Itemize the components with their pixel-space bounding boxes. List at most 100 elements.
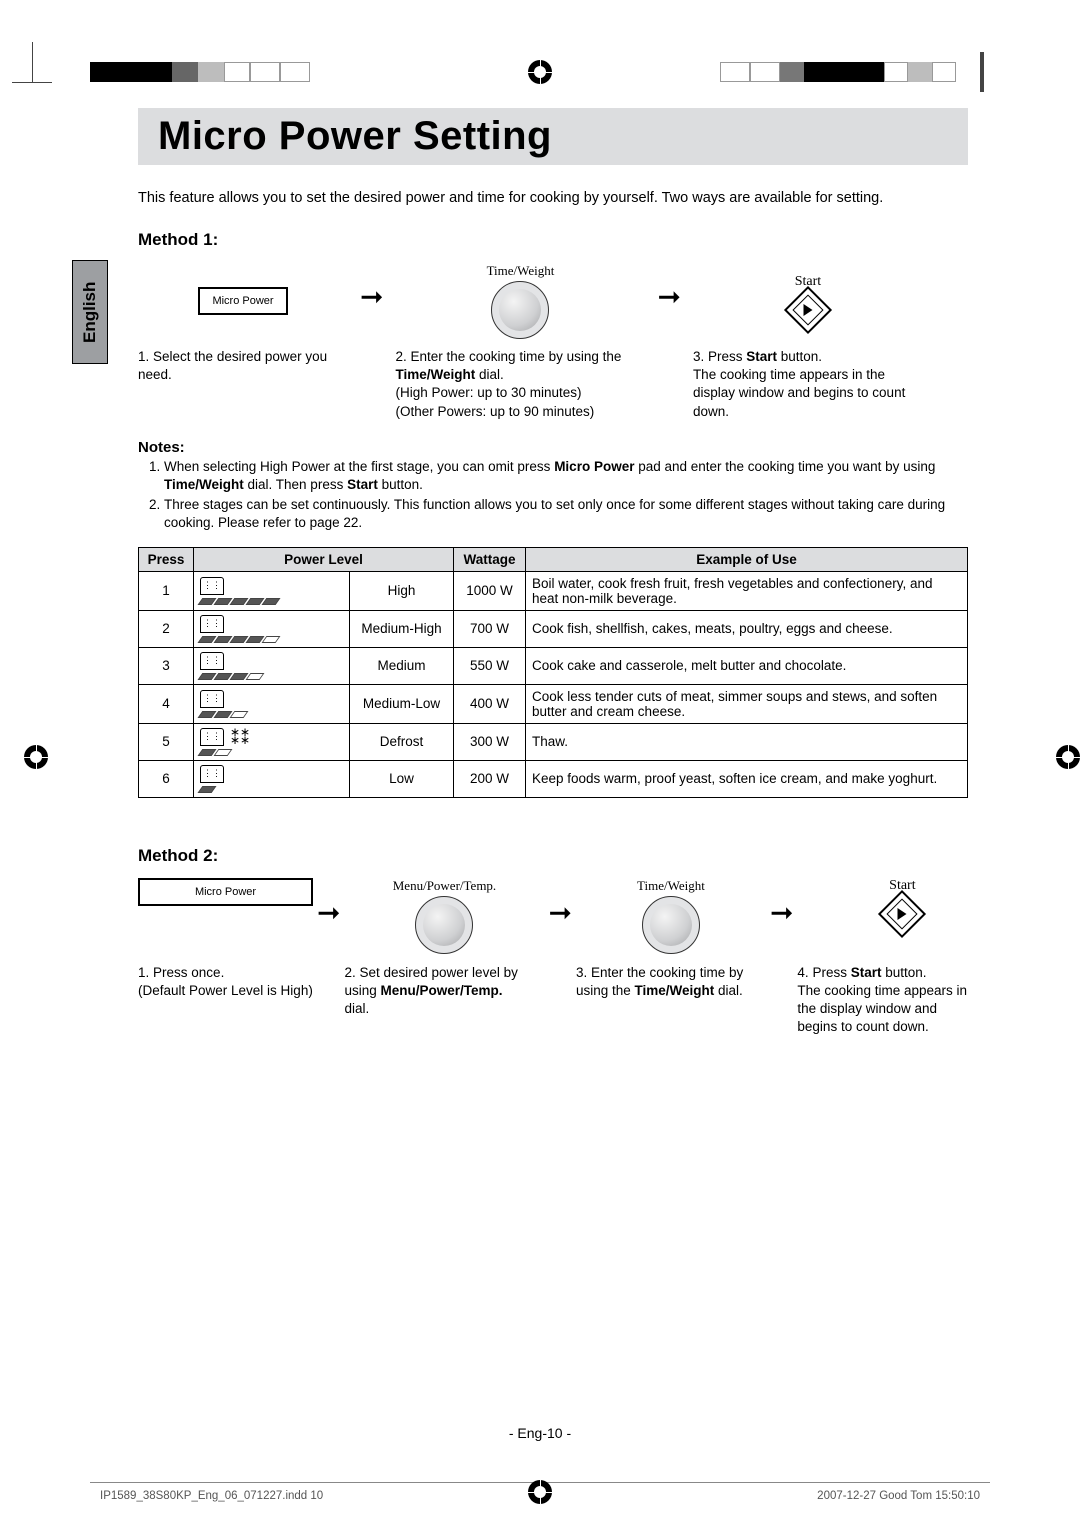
cell-level-icon: ⋮⋮∗∗∗∗ [194, 723, 350, 760]
language-tab: English [72, 260, 108, 364]
m2-step3: Time/Weight 3. Enter the cooking time by… [576, 878, 766, 1000]
note-text-bold: Time/Weight [164, 477, 244, 492]
cell-wattage: 400 W [454, 684, 526, 723]
step-text: dial. [475, 367, 504, 382]
cell-level-icon: ⋮⋮ [194, 647, 350, 684]
arrow-icon: ➞ [348, 262, 395, 313]
cell-level-name: High [350, 571, 454, 610]
timestamp-label: 2007-12-27 Good Tom 15:50:10 [817, 1490, 980, 1502]
arrow-icon: ➞ [544, 878, 575, 929]
table-row: 6⋮⋮Low200 WKeep foods warm, proof yeast,… [139, 760, 968, 797]
table-row: 2⋮⋮Medium-High700 WCook fish, shellfish,… [139, 610, 968, 647]
step-number: 1. [138, 965, 149, 980]
m1-step2: Time/Weight 2. Enter the cooking time by… [395, 262, 645, 421]
cell-press: 4 [139, 684, 194, 723]
micro-power-button-icon: Micro Power [138, 878, 313, 906]
cell-wattage: 200 W [454, 760, 526, 797]
dial-icon [491, 281, 549, 339]
step-text: (Other Powers: up to 90 minutes) [395, 404, 594, 419]
cell-example: Thaw. [526, 723, 968, 760]
step-text-bold: Start [746, 349, 777, 364]
method2-heading: Method 2: [138, 846, 968, 866]
cell-wattage: 1000 W [454, 571, 526, 610]
th-watt: Wattage [454, 547, 526, 571]
cell-level-icon: ⋮⋮ [194, 571, 350, 610]
table-row: 3⋮⋮Medium550 WCook cake and casserole, m… [139, 647, 968, 684]
method2-steps: Micro Power 1. Press once. (Default Powe… [138, 878, 968, 1037]
table-row: 4⋮⋮Medium-Low400 WCook less tender cuts … [139, 684, 968, 723]
cell-example: Cook fish, shellfish, cakes, meats, poul… [526, 610, 968, 647]
cell-level-name: Low [350, 760, 454, 797]
method1-steps: Micro Power 1. Select the desired power … [138, 262, 968, 421]
note-item: When selecting High Power at the first s… [164, 458, 968, 494]
registration-mark-bottom [528, 1480, 552, 1504]
table-row: 5⋮⋮∗∗∗∗Defrost300 WThaw. [139, 723, 968, 760]
step-text: The cooking time appears in the display … [797, 983, 967, 1034]
intro-text: This feature allows you to set the desir… [138, 189, 968, 208]
step-number: 4. [797, 965, 808, 980]
dial-label: Menu/Power/Temp. [344, 878, 544, 894]
note-item: Three stages can be set continuously. Th… [164, 496, 968, 532]
note-text: button. [378, 477, 423, 492]
title-banner: Micro Power Setting [138, 108, 968, 165]
step-text: (High Power: up to 30 minutes) [395, 385, 581, 400]
step-text: Press [812, 965, 850, 980]
step-text: Enter the cooking time by using the [411, 349, 622, 364]
cell-press: 5 [139, 723, 194, 760]
cell-example: Boil water, cook fresh fruit, fresh vege… [526, 571, 968, 610]
method1-heading: Method 1: [138, 230, 968, 250]
note-text: dial. Then press [244, 477, 347, 492]
cell-press: 1 [139, 571, 194, 610]
step-text: Press [708, 349, 746, 364]
note-text-bold: Start [347, 477, 378, 492]
cell-press: 2 [139, 610, 194, 647]
step-text-bold: Start [851, 965, 882, 980]
page-title: Micro Power Setting [158, 114, 948, 159]
step-text-bold: Menu/Power/Temp. [381, 983, 503, 998]
m2-step2: Menu/Power/Temp. 2. Set desired power le… [344, 878, 544, 1019]
cell-wattage: 300 W [454, 723, 526, 760]
start-button-icon [878, 890, 926, 938]
step-text: Press once. [153, 965, 224, 980]
step-text: button. [881, 965, 926, 980]
note-text: pad and enter the cooking time you want … [634, 459, 935, 474]
dial-label: Time/Weight [576, 878, 766, 894]
cell-press: 3 [139, 647, 194, 684]
cell-example: Keep foods warm, proof yeast, soften ice… [526, 760, 968, 797]
cell-level-name: Medium-High [350, 610, 454, 647]
th-example: Example of Use [526, 547, 968, 571]
arrow-icon: ➞ [645, 262, 692, 313]
cell-example: Cook less tender cuts of meat, simmer so… [526, 684, 968, 723]
printer-marks-top [0, 62, 1080, 90]
cell-level-icon: ⋮⋮ [194, 760, 350, 797]
dial-icon [415, 896, 473, 954]
cell-level-icon: ⋮⋮ [194, 684, 350, 723]
step-number: 2. [395, 349, 406, 364]
step-number: 3. [576, 965, 587, 980]
th-level: Power Level [194, 547, 454, 571]
step-number: 1. [138, 349, 149, 364]
dial-icon [642, 896, 700, 954]
source-file-label: IP1589_38S80KP_Eng_06_071227.indd 10 [100, 1490, 323, 1502]
th-press: Press [139, 547, 194, 571]
cell-level-name: Medium-Low [350, 684, 454, 723]
m1-step3: Start 3. Press Start button. The cooking… [693, 262, 923, 421]
m2-step1: Micro Power 1. Press once. (Default Powe… [138, 878, 313, 1000]
step-number: 2. [344, 965, 355, 980]
arrow-icon: ➞ [313, 878, 344, 929]
step-text: The cooking time appears in the display … [693, 367, 905, 418]
step-text: button. [777, 349, 822, 364]
step-number: 3. [693, 349, 704, 364]
cell-level-name: Defrost [350, 723, 454, 760]
notes-heading: Notes: [138, 439, 968, 456]
power-table: Press Power Level Wattage Example of Use… [138, 547, 968, 798]
page-content: Micro Power Setting This feature allows … [138, 108, 968, 1036]
step-text: (Default Power Level is High) [138, 983, 313, 998]
cell-press: 6 [139, 760, 194, 797]
table-row: 1⋮⋮High1000 WBoil water, cook fresh frui… [139, 571, 968, 610]
page-number: - Eng-10 - [0, 1425, 1080, 1441]
notes-list: When selecting High Power at the first s… [138, 458, 968, 533]
arrow-icon: ➞ [766, 878, 797, 929]
step-text: dial. [344, 1001, 369, 1016]
m1-step1: Micro Power 1. Select the desired power … [138, 262, 348, 384]
